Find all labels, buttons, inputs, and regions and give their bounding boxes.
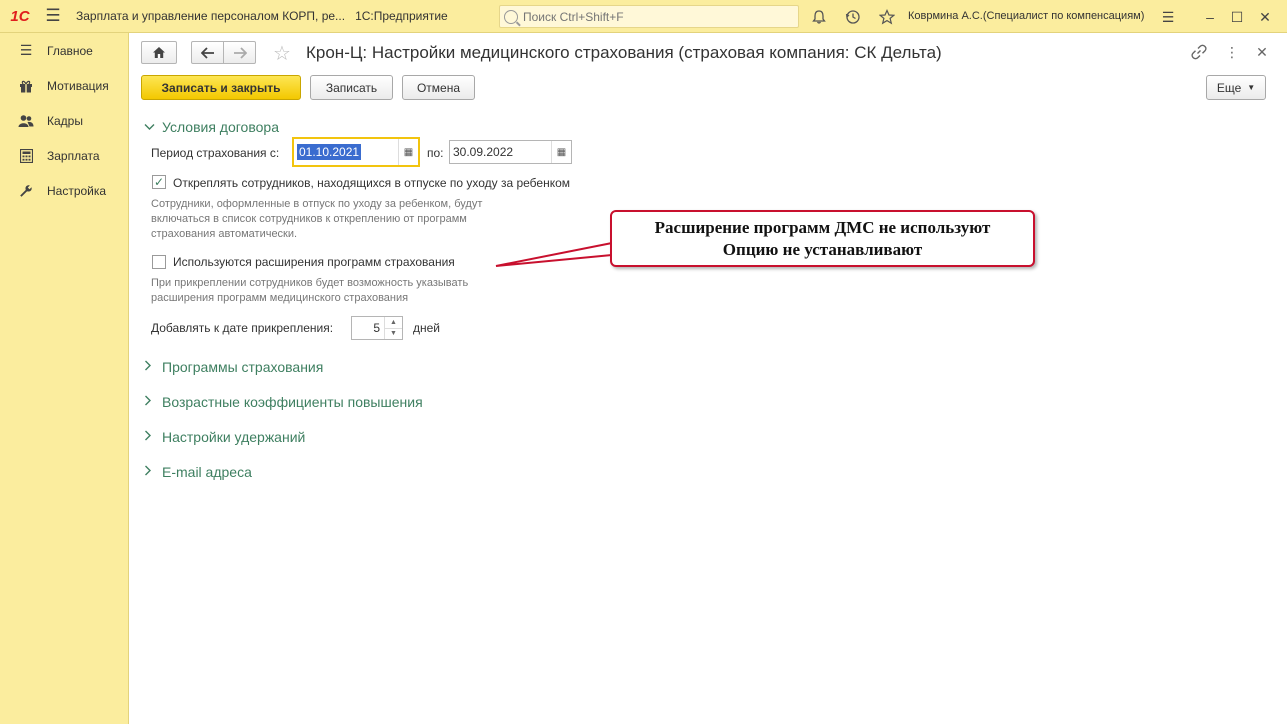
settings-menu-icon[interactable]: ☰ (1157, 6, 1179, 28)
minimize-icon[interactable]: – (1199, 6, 1221, 28)
sidebar-item-label: Кадры (47, 113, 83, 128)
calendar-icon[interactable]: ▦ (551, 141, 571, 163)
current-user[interactable]: Коврмина А.С.(Специалист по компенсациям… (908, 10, 1144, 22)
group-title: E-mail адреса (162, 464, 252, 480)
group-email-addresses[interactable]: E-mail адреса (144, 464, 252, 480)
group-contract-conditions[interactable]: Условия договора (144, 119, 279, 135)
stepper-arrows: ▲ ▼ (384, 317, 402, 339)
hint-line: При прикреплении сотрудников будет возмо… (151, 277, 469, 289)
search-input[interactable] (523, 9, 793, 24)
date-to-field[interactable]: 30.09.2022 ▦ (449, 140, 572, 164)
chevron-right-icon (144, 430, 156, 444)
main-menu-icon[interactable]: ☰ (40, 0, 66, 33)
stepper-down-icon[interactable]: ▼ (385, 329, 402, 340)
link-icon[interactable] (1189, 42, 1209, 62)
app-title: Зарплата и управление персоналом КОРП, р… (76, 9, 346, 23)
more-actions-vertical-icon[interactable]: ⋮ (1222, 42, 1242, 62)
home-button[interactable] (141, 41, 177, 64)
program-extensions-hint: При прикреплении сотрудников будет возмо… (151, 276, 468, 306)
save-and-close-button[interactable]: Записать и закрыть (141, 75, 301, 100)
1c-logo[interactable]: 1С (0, 0, 40, 33)
program-extensions-label[interactable]: Используются расширения программ страхов… (173, 255, 455, 269)
group-title: Условия договора (162, 119, 279, 135)
sidebar-item-label: Главное (47, 43, 93, 58)
menu-icon: ☰ (19, 42, 33, 58)
sidebar-item-motivation[interactable]: Мотивация (0, 68, 128, 103)
chevron-right-icon (144, 360, 156, 374)
hint-line: страхования автоматически. (151, 228, 298, 240)
more-button-label: Еще (1216, 80, 1242, 95)
sidebar-item-settings[interactable]: Настройка (0, 173, 128, 208)
date-from-field[interactable]: 01.10.2021 ▦ (292, 137, 420, 167)
search-icon (504, 9, 518, 24)
chevron-right-icon (144, 395, 156, 409)
period-from-label: Период страхования с: (151, 146, 280, 160)
save-button[interactable]: Записать (310, 75, 393, 100)
sidebar-item-main[interactable]: ☰ Главное (0, 33, 128, 68)
period-to-label: по: (427, 146, 444, 160)
detach-employees-checkbox[interactable]: ✓ (152, 175, 166, 189)
forward-button[interactable] (223, 41, 256, 64)
sidebar-item-label: Зарплата (47, 148, 100, 163)
program-extensions-checkbox[interactable] (152, 255, 166, 269)
calendar-icon[interactable]: ▦ (398, 139, 418, 165)
group-deduction-settings[interactable]: Настройки удержаний (144, 429, 305, 445)
group-title: Программы страхования (162, 359, 324, 375)
add-days-stepper[interactable]: 5 ▲ ▼ (351, 316, 403, 340)
chevron-down-icon: ▼ (1247, 83, 1256, 92)
back-button[interactable] (191, 41, 224, 64)
top-bar: 1С ☰ Зарплата и управление персоналом КО… (0, 0, 1287, 33)
group-title: Возрастные коэффициенты повышения (162, 394, 423, 410)
annotation-callout: Расширение программ ДМС не используют Оп… (610, 210, 1035, 267)
gift-icon (18, 78, 34, 94)
detach-employees-label[interactable]: Откреплять сотрудников, находящихся в от… (173, 176, 570, 190)
wrench-icon (18, 183, 34, 199)
people-icon (18, 113, 34, 129)
form-title: Крон-Ц: Настройки медицинского страхован… (306, 43, 942, 62)
days-label: дней (413, 321, 441, 335)
detach-employees-hint: Сотрудники, оформленные в отпуск по уход… (151, 197, 482, 242)
form-area: ☆ Крон-Ц: Настройки медицинского страхов… (130, 33, 1287, 724)
hint-line: включаться в список сотрудников к откреп… (151, 213, 467, 225)
favorites-star-icon[interactable] (876, 6, 898, 28)
callout-line-2: Опцию не устанавливают (722, 239, 923, 259)
stepper-up-icon[interactable]: ▲ (385, 317, 402, 329)
sidebar-item-salary[interactable]: Зарплата (0, 138, 128, 173)
chevron-down-icon (144, 120, 156, 134)
history-icon[interactable] (842, 6, 864, 28)
add-to-favorites-star-icon[interactable]: ☆ (273, 41, 291, 66)
add-days-value[interactable]: 5 (352, 321, 384, 335)
chevron-right-icon (144, 465, 156, 479)
platform-title: 1С:Предприятие (355, 9, 448, 23)
cancel-button[interactable]: Отмена (402, 75, 475, 100)
group-insurance-programs[interactable]: Программы страхования (144, 359, 323, 375)
group-title: Настройки удержаний (162, 429, 306, 445)
more-button[interactable]: Еще ▼ (1206, 75, 1266, 100)
hint-line: расширения программ медицинского страхов… (151, 292, 409, 304)
hint-line: Сотрудники, оформленные в отпуск по уход… (151, 198, 483, 210)
close-form-icon[interactable]: ✕ (1252, 42, 1272, 62)
search-box[interactable] (499, 5, 799, 28)
bell-icon[interactable] (808, 6, 830, 28)
close-window-icon[interactable]: ✕ (1254, 6, 1276, 28)
group-age-coefficients[interactable]: Возрастные коэффициенты повышения (144, 394, 423, 410)
add-days-label: Добавлять к дате прикрепления: (151, 321, 334, 335)
sidebar-item-label: Мотивация (47, 78, 109, 93)
callout-line-1: Расширение программ ДМС не используют (654, 217, 991, 237)
calculator-icon (18, 148, 34, 164)
sidebar-item-label: Настройка (47, 183, 107, 198)
date-from-value: 01.10.2021 (297, 144, 362, 160)
date-to-value: 30.09.2022 (453, 145, 514, 159)
maximize-icon[interactable]: ☐ (1226, 6, 1248, 28)
sidebar-item-hr[interactable]: Кадры (0, 103, 128, 138)
sidebar: ☰ Главное Мотивация Кадры Зарплата Настр… (0, 33, 129, 724)
